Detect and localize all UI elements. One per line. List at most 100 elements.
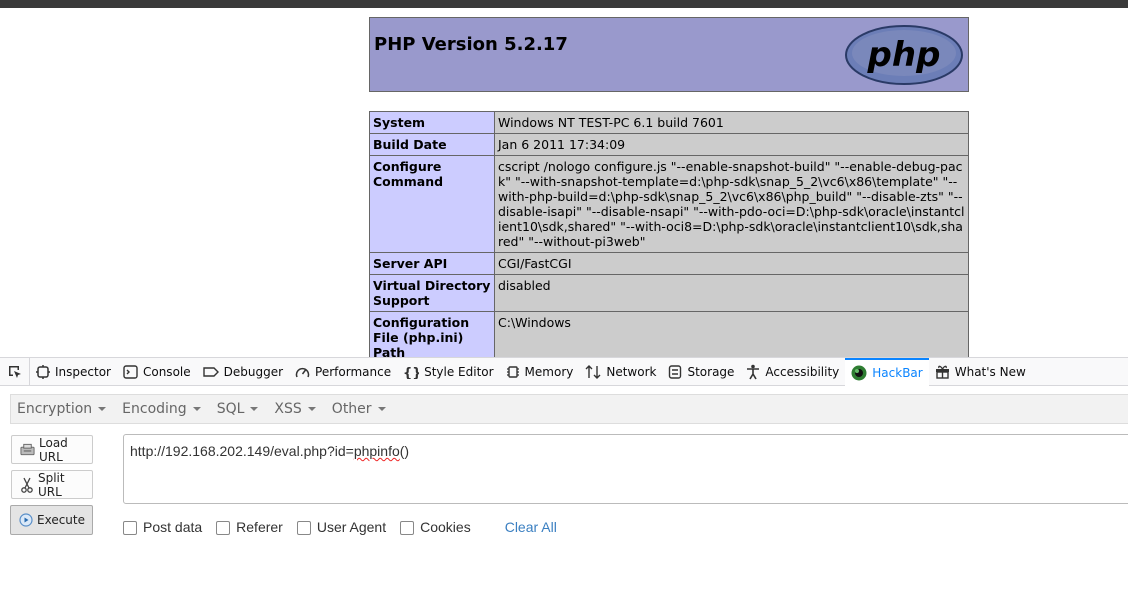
tab-performance[interactable]: Performance bbox=[289, 358, 397, 386]
scissors-icon bbox=[21, 477, 33, 493]
page-content: PHP Version 5.2.17 php System Windows NT… bbox=[0, 8, 1128, 357]
url-text-end: () bbox=[399, 443, 410, 459]
option-label: Post data bbox=[143, 518, 203, 535]
tab-label: Performance bbox=[315, 364, 392, 379]
post-data-checkbox[interactable] bbox=[123, 521, 137, 535]
table-row: Configuration File (php.ini) Path C:\Win… bbox=[369, 311, 969, 357]
referer-option[interactable]: Referer bbox=[216, 518, 283, 535]
performance-icon bbox=[295, 367, 310, 377]
tab-label: Debugger bbox=[223, 364, 284, 379]
row-key: Configuration File (php.ini) Path bbox=[369, 311, 495, 357]
php-logo-text: php bbox=[867, 35, 941, 75]
accessibility-icon bbox=[747, 364, 760, 379]
row-key: Server API bbox=[369, 252, 495, 275]
tab-console[interactable]: Console bbox=[117, 358, 197, 386]
execute-button[interactable]: Execute bbox=[10, 505, 93, 535]
option-label: Cookies bbox=[420, 518, 471, 535]
tab-label: Accessibility bbox=[765, 364, 840, 379]
menu-label: XSS bbox=[274, 401, 302, 417]
tab-memory[interactable]: Memory bbox=[500, 358, 580, 386]
element-picker-icon bbox=[8, 365, 21, 378]
url-text: http://192.168.202.149/eval.php?id= bbox=[130, 443, 354, 459]
tab-whats-new[interactable]: What's New bbox=[929, 358, 1032, 386]
button-label: Execute bbox=[37, 513, 85, 527]
table-row: Build Date Jan 6 2011 17:34:09 bbox=[369, 133, 969, 156]
svg-text:{}: {} bbox=[403, 366, 419, 379]
php-info-table: System Windows NT TEST-PC 6.1 build 7601… bbox=[369, 111, 969, 357]
hackbar-menu: Encryption Encoding SQL XSS Other bbox=[10, 394, 1128, 424]
php-header: PHP Version 5.2.17 php bbox=[369, 17, 969, 92]
tab-hackbar[interactable]: HackBar bbox=[845, 357, 929, 386]
button-label: Split URL bbox=[37, 470, 65, 499]
chevron-down-icon bbox=[250, 407, 259, 411]
chevron-down-icon bbox=[98, 407, 107, 411]
url-text-misspelled: phpinfo bbox=[353, 443, 400, 459]
option-label: Referer bbox=[236, 518, 283, 535]
hackbar-icon bbox=[851, 365, 867, 380]
menu-other[interactable]: Other bbox=[326, 401, 392, 417]
option-label: User Agent bbox=[316, 518, 387, 535]
tab-label: Style Editor bbox=[424, 364, 494, 379]
load-icon bbox=[20, 443, 35, 455]
menu-label: SQL bbox=[216, 401, 245, 417]
tab-label: Inspector bbox=[55, 364, 111, 379]
tab-label: HackBar bbox=[872, 365, 923, 380]
row-value: Windows NT TEST-PC 6.1 build 7601 bbox=[494, 111, 969, 134]
menu-encryption[interactable]: Encryption bbox=[11, 401, 112, 417]
row-key: Configure Command bbox=[369, 155, 495, 253]
style-editor-icon: {} bbox=[403, 366, 419, 379]
tab-network[interactable]: Network bbox=[579, 358, 662, 386]
storage-icon bbox=[669, 364, 682, 379]
user-agent-checkbox[interactable] bbox=[296, 521, 311, 535]
menu-sql[interactable]: SQL bbox=[211, 401, 265, 417]
referer-checkbox[interactable] bbox=[216, 521, 231, 535]
tab-storage[interactable]: Storage bbox=[662, 358, 740, 386]
tab-debugger[interactable]: Debugger bbox=[197, 358, 289, 386]
user-agent-option[interactable]: User Agent bbox=[296, 518, 387, 535]
menu-encoding[interactable]: Encoding bbox=[116, 401, 207, 417]
chevron-down-icon bbox=[307, 407, 316, 411]
cookies-option[interactable]: Cookies bbox=[400, 518, 471, 535]
menu-xss[interactable]: XSS bbox=[268, 401, 321, 417]
php-logo: php bbox=[845, 25, 963, 85]
memory-icon bbox=[506, 365, 519, 378]
element-picker-button[interactable] bbox=[0, 357, 30, 386]
console-icon bbox=[123, 364, 138, 379]
chevron-down-icon bbox=[377, 407, 386, 411]
row-value: C:\Windows bbox=[494, 311, 969, 357]
play-icon bbox=[19, 513, 33, 527]
network-icon bbox=[585, 364, 601, 379]
table-row: Configure Command cscript /nologo config… bbox=[369, 155, 969, 253]
clear-all-link[interactable]: Clear All bbox=[505, 519, 557, 535]
table-row: System Windows NT TEST-PC 6.1 build 7601 bbox=[369, 111, 969, 134]
url-textarea[interactable]: http://192.168.202.149/eval.php?id=phpin… bbox=[123, 434, 1128, 504]
post-data-option[interactable]: Post data bbox=[123, 518, 202, 535]
page-title: PHP Version 5.2.17 bbox=[374, 34, 568, 55]
chevron-down-icon bbox=[192, 407, 201, 411]
split-url-button[interactable]: Split URL bbox=[11, 470, 93, 499]
tab-accessibility[interactable]: Accessibility bbox=[740, 358, 845, 386]
button-label: Load URL bbox=[39, 435, 68, 464]
tab-inspector[interactable]: Inspector bbox=[30, 358, 117, 386]
inspector-icon bbox=[36, 364, 50, 379]
row-value: cscript /nologo configure.js "--enable-s… bbox=[494, 155, 969, 253]
tab-label: Memory bbox=[524, 364, 574, 379]
row-value: disabled bbox=[494, 274, 969, 312]
row-key: Build Date bbox=[369, 133, 495, 156]
menu-label: Encryption bbox=[17, 401, 93, 417]
cookies-checkbox[interactable] bbox=[400, 521, 415, 535]
row-key: Virtual Directory Support bbox=[369, 274, 495, 312]
row-key: System bbox=[369, 111, 495, 134]
tab-label: Storage bbox=[687, 364, 735, 379]
devtools-panel: Inspector Console Debugger Performance {… bbox=[0, 357, 1128, 602]
row-value: CGI/FastCGI bbox=[494, 252, 969, 275]
gift-icon bbox=[935, 365, 949, 379]
debugger-icon bbox=[202, 366, 219, 377]
tab-style-editor[interactable]: {} Style Editor bbox=[397, 358, 499, 386]
load-url-button[interactable]: Load URL bbox=[11, 435, 93, 464]
devtools-tabbar: Inspector Console Debugger Performance {… bbox=[0, 357, 1128, 386]
tab-label: Console bbox=[142, 364, 191, 379]
table-row: Server API CGI/FastCGI bbox=[369, 252, 969, 275]
menu-label: Other bbox=[331, 401, 372, 417]
menu-label: Encoding bbox=[122, 401, 187, 417]
